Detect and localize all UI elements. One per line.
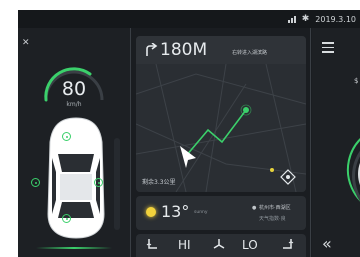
signal-icon (287, 15, 296, 23)
car-dashboard: ✱ 2019.3.10 ✕ 80 km/h 180M 右转进入湖滨路 剩余3.3… (18, 10, 360, 257)
menu-icon[interactable] (322, 42, 334, 56)
nav-remaining: 剩余3.3公里 (142, 179, 176, 186)
sun-icon (146, 207, 156, 217)
bluetooth-icon: ✱ (301, 14, 310, 24)
fan-low-button[interactable]: LO (242, 238, 258, 252)
tire-left-indicator[interactable] (31, 178, 40, 187)
close-icon[interactable]: ✕ (22, 38, 30, 48)
status-date: 2019.3.10 (315, 14, 356, 24)
seat-ventilate-icon[interactable] (280, 238, 294, 252)
temperature: 13° (161, 202, 190, 221)
nav-distance: 180M (160, 40, 208, 60)
rewind-icon[interactable]: « (322, 234, 332, 253)
nav-instruction: 右转进入湖滨路 (232, 50, 268, 56)
location-pin-icon: ● (252, 205, 257, 211)
tire-rear-indicator[interactable] (62, 214, 71, 223)
fan-high-button[interactable]: HI (178, 238, 191, 252)
vehicle-panel: ✕ 80 km/h (18, 28, 130, 257)
weather-condition: sunny (194, 210, 208, 215)
currency-icon: $ (354, 77, 359, 85)
status-glow-line (36, 247, 112, 249)
tire-front-indicator[interactable] (62, 132, 71, 141)
tire-right-indicator[interactable] (94, 178, 103, 187)
car-top-view-icon (47, 117, 105, 239)
turn-right-icon (146, 43, 158, 56)
left-scrollbar[interactable] (114, 138, 120, 230)
center-panel: 180M 右转进入湖滨路 剩余3.3公里 13° sunny ● 杭州市·西湖区… (134, 36, 308, 257)
divider-right (310, 28, 311, 257)
speed-value: 80 (61, 78, 87, 100)
divider-left (130, 28, 131, 257)
media-panel: $ « (312, 28, 360, 257)
climate-card: HI LO (136, 234, 306, 257)
air-quality: 天气指数·良 (259, 216, 286, 222)
recenter-icon[interactable] (280, 169, 296, 185)
seat-heat-icon[interactable] (146, 238, 160, 252)
fan-icon[interactable] (212, 238, 226, 252)
speed-unit: km/h (66, 101, 82, 108)
status-bar: ✱ 2019.3.10 (18, 10, 360, 28)
nav-header: 180M 右转进入湖滨路 (136, 36, 306, 64)
navigation-card[interactable]: 180M 右转进入湖滨路 剩余3.3公里 (136, 36, 306, 192)
weather-location: 杭州市·西湖区 (259, 205, 291, 211)
weather-card[interactable]: 13° sunny ● 杭州市·西湖区 天气指数·良 (136, 196, 306, 230)
